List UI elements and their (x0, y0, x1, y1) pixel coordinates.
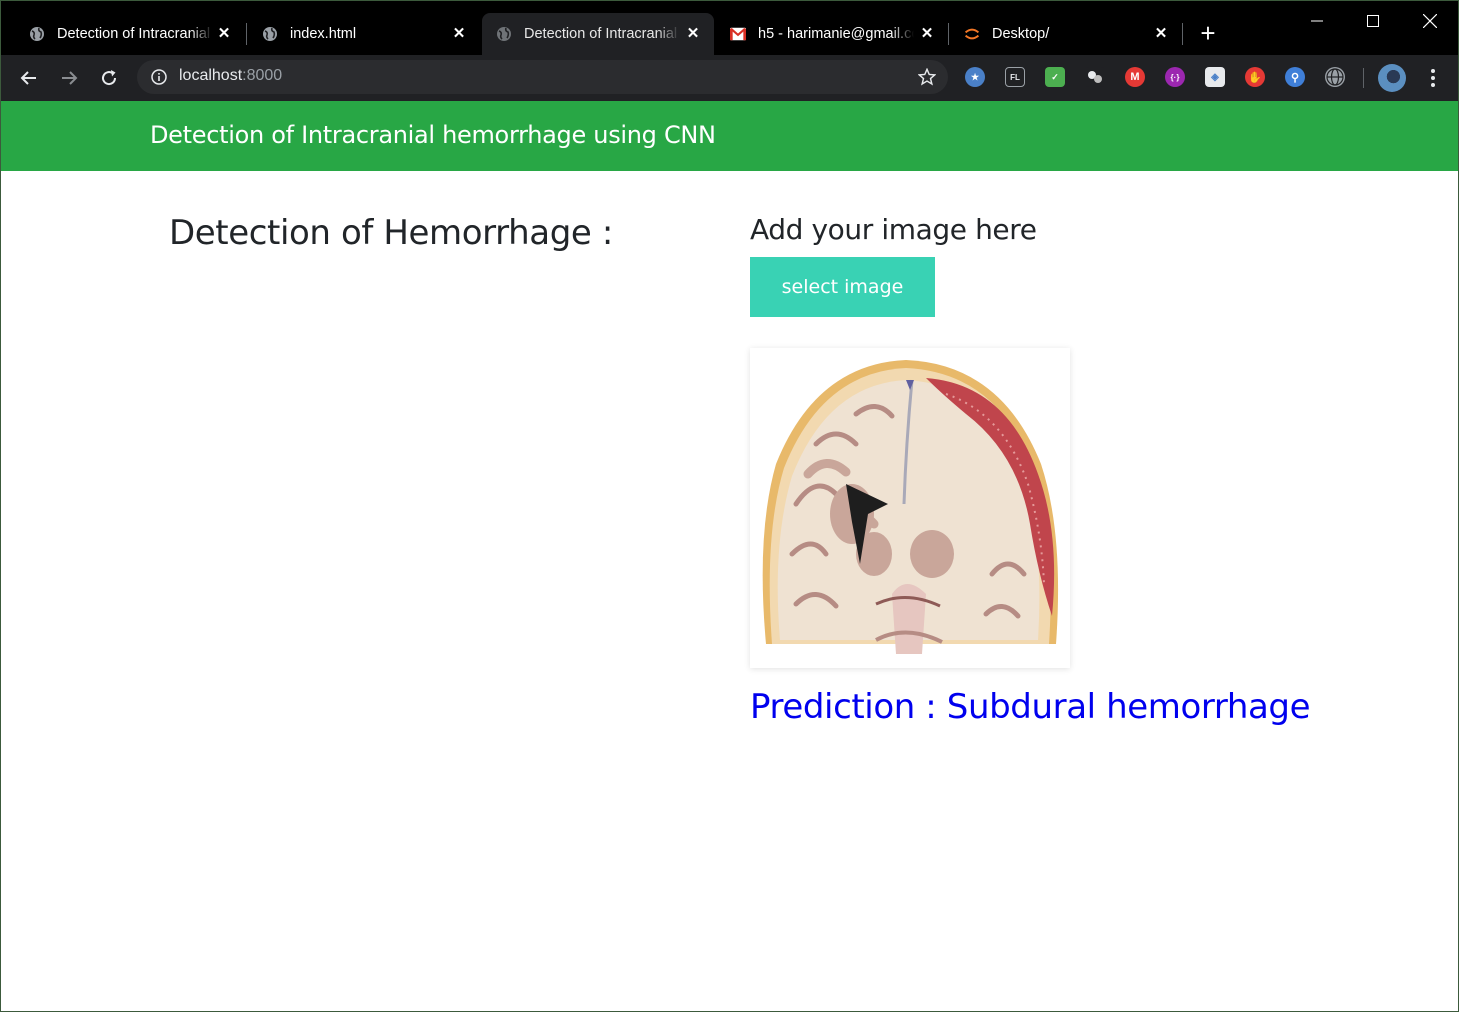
tab-title: Detection of Intracranial hemorrhage usi… (57, 26, 213, 42)
address-bar[interactable]: localhost:8000 (137, 60, 948, 94)
tab-separator (246, 23, 247, 45)
forward-arrow-icon (62, 71, 78, 85)
maximize-button[interactable] (1345, 1, 1401, 41)
site-navbar: Detection of Intracranial hemorrhage usi… (1, 101, 1458, 171)
extension-mega-icon[interactable]: M (1125, 67, 1145, 87)
extension-globe-icon[interactable] (1325, 67, 1345, 87)
detection-heading: Detection of Hemorrhage : (169, 213, 613, 253)
reload-icon (102, 70, 117, 86)
extension-wrench-icon[interactable]: ⚲ (1285, 67, 1305, 87)
image-preview (750, 348, 1070, 668)
gmail-icon (730, 26, 746, 42)
web-page: Detection of Intracranial hemorrhage usi… (1, 101, 1458, 1011)
profile-avatar[interactable] (1378, 64, 1406, 92)
close-icon[interactable]: ✕ (684, 25, 702, 43)
tab-detection-active[interactable]: Detection of Intracranial hemorrhage usi… (482, 13, 714, 55)
toolbar-separator (1363, 68, 1364, 88)
url-port: :8000 (242, 67, 283, 84)
url-host: localhost (179, 67, 243, 84)
back-button[interactable] (13, 62, 45, 94)
close-window-button[interactable] (1402, 1, 1458, 41)
tab-title: Detection of Intracranial hemorrhage usi… (524, 26, 680, 42)
close-icon (1423, 14, 1437, 28)
prediction-result: Prediction : Subdural hemorrhage (750, 687, 1311, 727)
tab-separator (1182, 23, 1183, 45)
extension-fl-icon[interactable]: FL (1005, 67, 1025, 87)
tab-gmail[interactable]: h5 - harimanie@gmail.com ✕ (716, 13, 948, 55)
tab-strip: Detection of Intracranial hemorrhage usi… (1, 1, 1458, 55)
new-tab-button[interactable]: + (1195, 20, 1221, 47)
maximize-icon (1367, 15, 1379, 27)
browser-window: Detection of Intracranial hemorrhage usi… (0, 0, 1459, 1012)
brain-coronal-section-image (756, 354, 1064, 662)
info-icon[interactable] (151, 69, 167, 85)
url-text[interactable]: localhost:8000 (179, 67, 282, 85)
extension-code-icon[interactable]: {·} (1165, 67, 1185, 87)
minimize-icon (1311, 20, 1323, 22)
extension-dots-icon[interactable] (1085, 67, 1105, 87)
extension-shield-icon[interactable]: ◈ (1205, 67, 1225, 87)
close-icon[interactable]: ✕ (215, 25, 233, 43)
globe-icon (496, 26, 512, 42)
extension-mail-check-icon[interactable]: ✓ (1045, 67, 1065, 87)
globe-icon (29, 26, 45, 42)
extension-star-icon[interactable]: ★ (965, 67, 985, 87)
tab-separator (948, 23, 949, 45)
minimize-button[interactable] (1289, 1, 1345, 41)
reload-button[interactable] (93, 62, 125, 94)
extension-hand-icon[interactable]: ✋ (1245, 67, 1265, 87)
back-arrow-icon (20, 71, 36, 85)
navbar-brand[interactable]: Detection of Intracranial hemorrhage usi… (150, 121, 716, 149)
bookmark-star-icon[interactable] (918, 68, 936, 86)
close-icon[interactable]: ✕ (450, 25, 468, 43)
upload-heading: Add your image here (750, 213, 1037, 246)
tab-title: index.html (290, 26, 357, 42)
select-image-button[interactable]: select image (750, 257, 935, 317)
globe-icon (262, 26, 278, 42)
forward-button[interactable] (53, 62, 85, 94)
more-menu-icon[interactable] (1423, 66, 1443, 90)
tab-index[interactable]: index.html ✕ (248, 13, 480, 55)
close-icon[interactable]: ✕ (918, 25, 936, 43)
browser-toolbar: localhost:8000 ★ FL ✓ M {·} ◈ ✋ ⚲ (1, 55, 1458, 101)
close-icon[interactable]: ✕ (1152, 25, 1170, 43)
tab-title: Desktop/ (992, 26, 1050, 42)
tab-detection-1[interactable]: Detection of Intracranial hemorrhage usi… (15, 13, 245, 55)
tab-jupyter[interactable]: Desktop/ ✕ (950, 13, 1182, 55)
tab-title: h5 - harimanie@gmail.com (758, 26, 914, 42)
jupyter-icon (964, 26, 980, 42)
